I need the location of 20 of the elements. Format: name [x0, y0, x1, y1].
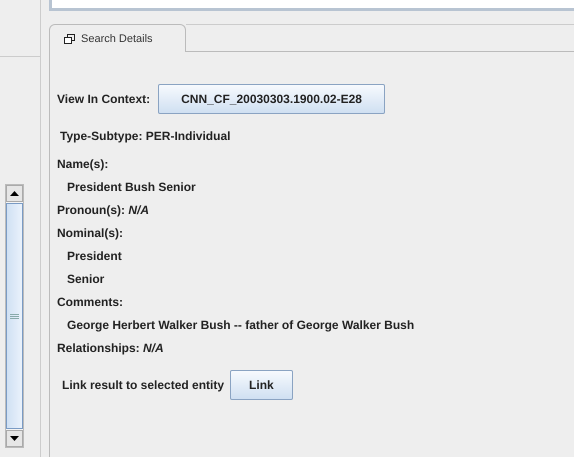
field-label: Name(s):	[57, 156, 110, 172]
field-label: Relationships: N/A	[57, 340, 165, 356]
type-subtype-text: Type-Subtype: PER-Individual	[60, 129, 232, 143]
field-label: Nominal(s):	[57, 225, 124, 241]
link-button[interactable]: Link	[230, 370, 293, 400]
field-value: Senior	[66, 271, 106, 287]
field-value: President	[66, 248, 123, 264]
field-value: President Bush Senior	[66, 179, 197, 195]
link-label: Link result to selected entity	[62, 378, 224, 392]
context-button[interactable]: CNN_CF_20030303.1900.02-E28	[158, 84, 385, 114]
scroll-up-icon[interactable]	[6, 185, 23, 202]
scroll-thumb[interactable]	[6, 203, 23, 429]
scroll-down-icon[interactable]	[6, 430, 23, 447]
view-in-context-label: View In Context:	[57, 92, 150, 106]
tab[interactable]: Search Details	[49, 24, 186, 52]
scrollbar[interactable]	[5, 184, 24, 448]
windows-icon	[64, 34, 75, 44]
field-label: Comments:	[57, 294, 124, 310]
field-value: George Herbert Walker Bush -- father of George Walker Bush	[66, 317, 416, 333]
field-label: Pronoun(s): N/A	[57, 202, 150, 218]
